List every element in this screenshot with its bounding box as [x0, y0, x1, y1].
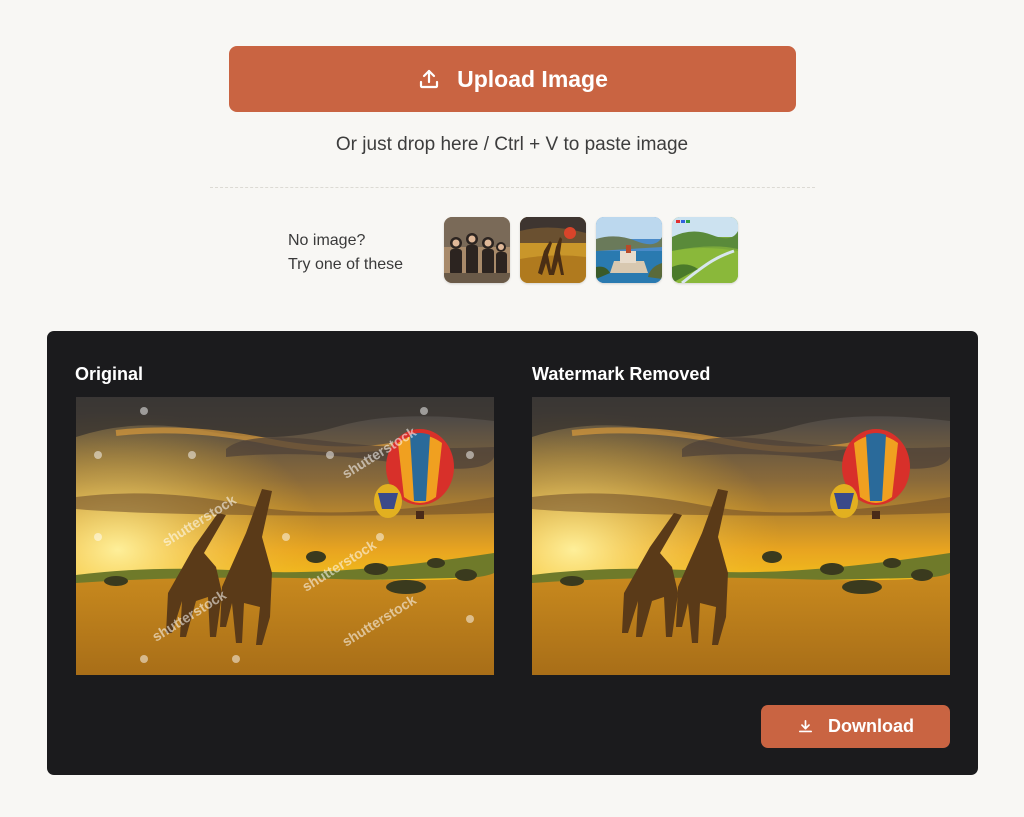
original-image: shutterstock shutterstock shutterstock s… — [76, 397, 494, 675]
sample-thumb-coastal-castle[interactable] — [596, 217, 662, 283]
result-panel: Original Watermark Removed shutterstock … — [47, 331, 978, 775]
watermark-removed-image — [532, 397, 950, 675]
original-label: Original — [75, 364, 144, 384]
upload-image-button[interactable]: Upload Image — [229, 46, 796, 112]
divider — [210, 187, 815, 188]
sample-thumbnails — [444, 217, 738, 283]
sample-thumb-group-photo[interactable] — [444, 217, 510, 283]
sample-thumb-green-valley[interactable] — [672, 217, 738, 283]
samples-label: No image? Try one of these — [288, 229, 403, 277]
sample-thumb-giraffe-savanna[interactable] — [520, 217, 586, 283]
upload-icon — [419, 69, 439, 89]
download-button-label: Download — [828, 716, 914, 736]
download-button[interactable]: Download — [761, 705, 950, 748]
samples-label-line2: Try one of these — [288, 256, 404, 273]
samples-label-line1: No image? — [288, 232, 366, 249]
download-icon — [798, 719, 813, 733]
watermark-removed-label: Watermark Removed — [532, 364, 711, 384]
drop-hint: Or just drop here / Ctrl + V to paste im… — [335, 134, 689, 155]
upload-button-label: Upload Image — [457, 65, 608, 92]
